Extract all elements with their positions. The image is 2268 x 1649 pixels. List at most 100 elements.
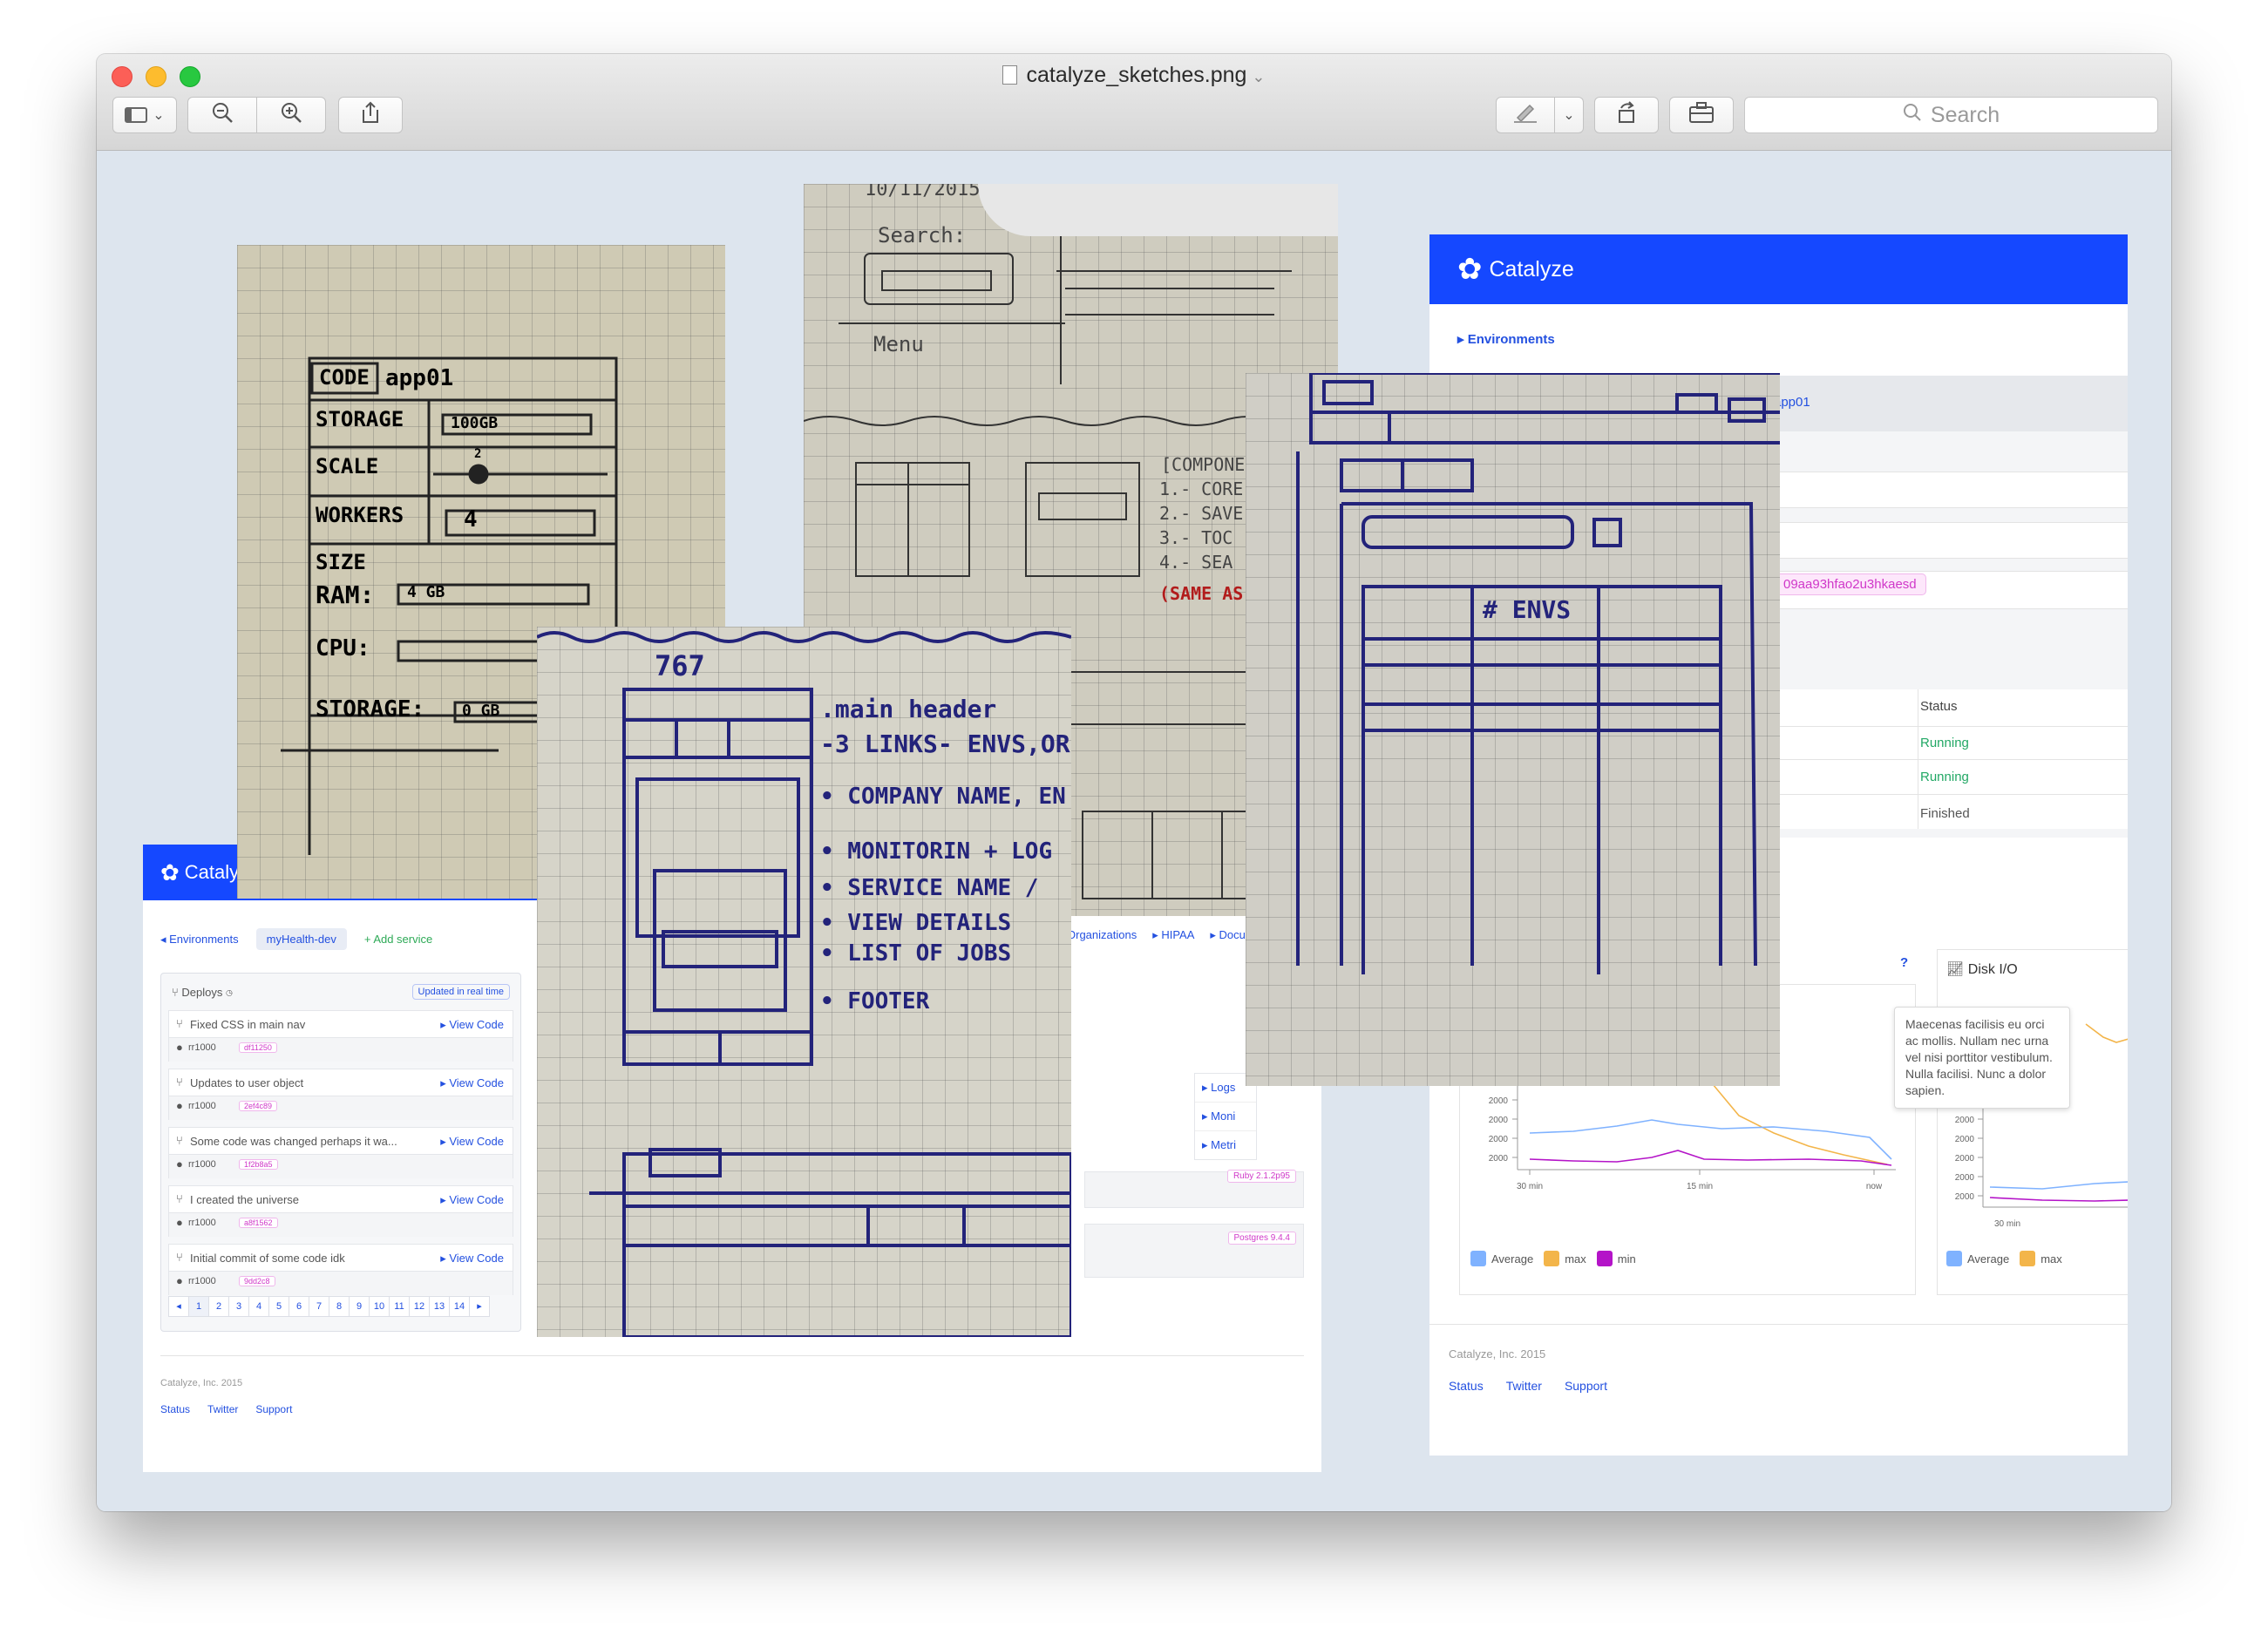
- page-link[interactable]: ◂: [168, 1296, 189, 1317]
- page-link[interactable]: 11: [389, 1296, 410, 1317]
- sketch-text: 2: [474, 447, 482, 461]
- footer-links: Status Twitter Support: [160, 1403, 292, 1415]
- legend-item: min: [1596, 1251, 1636, 1266]
- view-code-link[interactable]: ▸ View Code: [440, 1252, 504, 1266]
- deploy-list-item: ⑂ I created the universe ▸ View Code ● rr100…: [168, 1185, 513, 1237]
- page-link[interactable]: 7: [309, 1296, 329, 1317]
- deploy-message: Initial commit of some code idk: [190, 1252, 345, 1265]
- nav-link[interactable]: ▸ Docu: [1210, 928, 1246, 942]
- legend-item: max: [2020, 1251, 2062, 1266]
- page-link[interactable]: 2: [208, 1296, 229, 1317]
- deploys-panel: ⑂ Deploys ◷ Updated in real time ⑂ Fixed …: [160, 973, 521, 1332]
- sketch-text: • LIST OF JOBS: [820, 940, 1012, 967]
- page-link[interactable]: 10: [369, 1296, 390, 1317]
- toolbox-icon: [1687, 101, 1715, 129]
- y-tick-label: 2000: [1489, 1135, 1509, 1144]
- footer-link-support[interactable]: Support: [1565, 1379, 1607, 1393]
- markup-dropdown-button[interactable]: ⌄: [1554, 97, 1584, 133]
- page-link[interactable]: 12: [409, 1296, 430, 1317]
- deploy-message: Some code was changed perhaps it wa...: [190, 1135, 397, 1148]
- status-running: Running: [1920, 736, 1969, 750]
- deploy-user: rr1000: [188, 1159, 216, 1170]
- y-tick-label: 2000: [1489, 1096, 1509, 1106]
- legend-swatch: [1946, 1251, 1962, 1266]
- hash-badge: 09aa93hfao2u3hkaesd: [1774, 573, 1926, 595]
- page-link[interactable]: 9: [349, 1296, 370, 1317]
- share-button[interactable]: [338, 97, 403, 133]
- series-max-line: [2085, 1023, 2128, 1043]
- page-link[interactable]: 4: [248, 1296, 269, 1317]
- nav-link[interactable]: Organizations: [1067, 928, 1137, 942]
- add-service-link[interactable]: + Add service: [364, 933, 432, 946]
- zoom-in-button[interactable]: [256, 97, 326, 133]
- page-link[interactable]: 6: [289, 1296, 309, 1317]
- footer-link-status[interactable]: Status: [1449, 1379, 1484, 1393]
- page-link[interactable]: 13: [429, 1296, 450, 1317]
- sketch-text: (SAME AS: [1159, 583, 1244, 604]
- document-icon: [1002, 65, 1018, 85]
- sketch-photo-mobile: 767 .main header -3 LINKS- ENVS,ORG • CO…: [537, 627, 1071, 1337]
- view-code-link[interactable]: ▸ View Code: [440, 1135, 504, 1149]
- nav-link[interactable]: ▸ HIPAA: [1152, 928, 1194, 942]
- search-placeholder: Search: [1930, 102, 2000, 127]
- help-icon[interactable]: ?: [1900, 955, 1908, 970]
- footer-link-status[interactable]: Status: [160, 1403, 190, 1415]
- deploys-title: ⑂ Deploys ◷: [172, 985, 233, 999]
- commit-hash: 9dd2c8: [239, 1276, 275, 1286]
- view-code-link[interactable]: ▸ View Code: [440, 1193, 504, 1207]
- sketch-text: WORKERS: [316, 503, 404, 527]
- deploy-message: Updates to user object: [190, 1076, 304, 1089]
- user-icon: ●: [176, 1041, 183, 1054]
- footer-copyright: Catalyze, Inc. 2015: [160, 1378, 243, 1388]
- legend-label: min: [1617, 1252, 1636, 1266]
- toolbox-button[interactable]: [1669, 97, 1734, 133]
- view-code-link[interactable]: ▸ View Code: [440, 1018, 504, 1032]
- page-link[interactable]: 5: [268, 1296, 289, 1317]
- branch-icon: ⑂: [176, 1251, 183, 1264]
- x-tick-label: 30 min: [1517, 1182, 1543, 1191]
- mockup-breadcrumb: ◂ Environments myHealth-dev + Add servic…: [160, 928, 432, 950]
- branch-icon: ⑂: [176, 1076, 183, 1089]
- sketch-text: 4 GB: [407, 583, 445, 601]
- sidebar-icon: [125, 107, 148, 123]
- user-icon: ●: [176, 1157, 183, 1171]
- y-tick-label: 2000: [1955, 1135, 1975, 1144]
- footer-link-twitter[interactable]: Twitter: [207, 1403, 238, 1415]
- breadcrumb-environments[interactable]: ▸ Environments: [1457, 331, 1555, 347]
- side-link-monitoring[interactable]: ▸ Moni: [1195, 1103, 1256, 1131]
- zoom-out-button[interactable]: [187, 97, 257, 133]
- legend-item: max: [1544, 1251, 1586, 1266]
- page-link[interactable]: 14: [449, 1296, 470, 1317]
- side-link-metrics[interactable]: ▸ Metri: [1195, 1131, 1256, 1159]
- rotate-button[interactable]: [1594, 97, 1659, 133]
- sketch-text: app01: [385, 365, 454, 391]
- x-tick-label: now: [1866, 1182, 1883, 1191]
- page-link[interactable]: 1: [188, 1296, 209, 1317]
- page-link[interactable]: ▸: [469, 1296, 490, 1317]
- window-title[interactable]: catalyze_sketches.png ⌄: [97, 63, 2171, 88]
- commit-hash: 2ef4c89: [239, 1101, 278, 1111]
- mockup-side-links: ▸ Logs ▸ Moni ▸ Metri: [1194, 1073, 1257, 1160]
- sketch-text: • SERVICE NAME /: [820, 875, 1039, 901]
- chart-legend: Average max min: [1470, 1251, 1636, 1266]
- env-pill[interactable]: myHealth-dev: [255, 928, 347, 950]
- page-link[interactable]: 8: [329, 1296, 350, 1317]
- footer-link-twitter[interactable]: Twitter: [1506, 1379, 1542, 1393]
- legend-item: Average: [1470, 1251, 1533, 1266]
- sketch-text: Search:: [878, 223, 967, 248]
- markup-button[interactable]: [1496, 97, 1555, 133]
- mockup-header: ✿ Catalyze: [1429, 234, 2128, 304]
- deploy-list-item: ⑂ Fixed CSS in main nav ▸ View Code ● rr1000…: [168, 1010, 513, 1062]
- sketch-text: STORAGE:: [316, 696, 425, 723]
- view-code-link[interactable]: ▸ View Code: [440, 1076, 504, 1090]
- page-link[interactable]: 3: [228, 1296, 249, 1317]
- sidebar-toggle-button[interactable]: ⌄: [112, 97, 177, 133]
- breadcrumb-environments[interactable]: ◂ Environments: [160, 933, 239, 947]
- zoom-out-icon: [211, 101, 234, 129]
- footer-link-support[interactable]: Support: [255, 1403, 292, 1415]
- search-field[interactable]: Search: [1744, 97, 2158, 133]
- y-tick-label: 2000: [1489, 1116, 1509, 1125]
- brand-name: Catalyze: [1489, 256, 1574, 282]
- deploy-message: Fixed CSS in main nav: [190, 1018, 306, 1031]
- service-row: Postgres 9.4.4: [1084, 1224, 1304, 1278]
